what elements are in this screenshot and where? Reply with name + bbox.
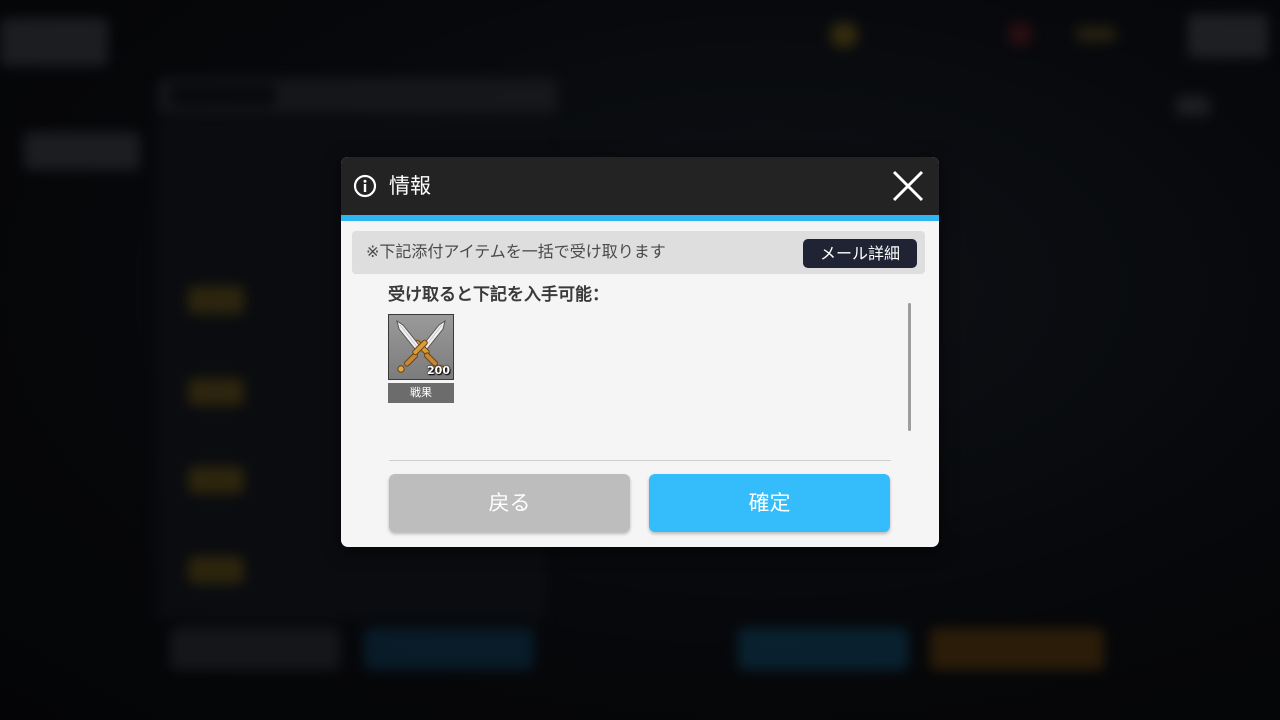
header-accent-bar bbox=[341, 215, 939, 221]
reward-list-scrollbar[interactable] bbox=[908, 303, 911, 431]
notice-bar: ※下記添付アイテムを一括で受け取ります メール詳細 bbox=[352, 231, 925, 274]
divider bbox=[389, 460, 891, 461]
notice-text: ※下記添付アイテムを一括で受け取ります bbox=[366, 242, 666, 261]
mail-detail-button[interactable]: メール詳細 bbox=[803, 239, 917, 268]
reward-icon-frame: 200 bbox=[388, 314, 454, 380]
game-screen: 情報 ※下記添付アイテムを一括で受け取ります メール詳細 受け取ると下記を入手可… bbox=[0, 0, 1280, 720]
info-icon bbox=[353, 174, 377, 198]
obtain-label: 受け取ると下記を入手可能： bbox=[388, 285, 609, 305]
reward-count: 200 bbox=[427, 364, 450, 377]
info-dialog: 情報 ※下記添付アイテムを一括で受け取ります メール詳細 受け取ると下記を入手可… bbox=[341, 157, 939, 547]
back-button[interactable]: 戻る bbox=[389, 474, 630, 532]
dialog-title: 情報 bbox=[389, 174, 431, 198]
confirm-button[interactable]: 確定 bbox=[649, 474, 890, 532]
dialog-header: 情報 bbox=[341, 157, 939, 215]
reward-item[interactable]: 200 戦果 bbox=[388, 314, 454, 403]
reward-name: 戦果 bbox=[388, 383, 454, 403]
close-icon[interactable] bbox=[889, 167, 927, 205]
